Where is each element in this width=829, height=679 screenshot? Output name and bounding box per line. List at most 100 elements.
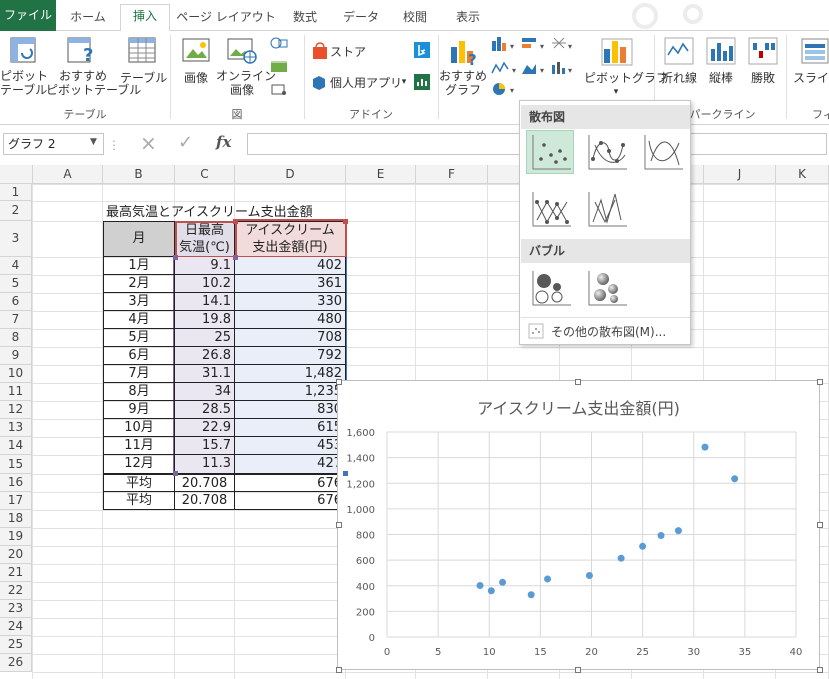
table-icon[interactable] [127,35,157,65]
row-header-20[interactable]: 20 [0,546,32,564]
x-tick-label[interactable]: 15 [534,647,547,658]
temperature-cell[interactable]: 14.1 [175,293,235,311]
month-cell[interactable]: 10月 [103,419,175,437]
data-point[interactable] [674,527,682,535]
name-box[interactable]: グラフ 2 [3,133,104,155]
month-cell[interactable]: 2月 [103,275,175,293]
x-tick-label[interactable]: 40 [790,647,803,658]
select-all-corner[interactable] [0,165,33,184]
row-header-25[interactable]: 25 [0,636,32,654]
picture-label[interactable]: 画像 [176,71,216,85]
temperature-cell[interactable]: 15.7 [175,437,235,455]
table-title[interactable]: 最高気温とアイスクリーム支出金額 [106,204,346,221]
x-tick-label[interactable]: 30 [687,647,700,658]
amount-cell[interactable]: 361 [235,275,346,293]
pivot-table-label[interactable]: ピボット テーブル [0,69,48,97]
row-header-26[interactable]: 26 [0,654,32,672]
data-point[interactable] [544,575,552,583]
amount-cell[interactable]: 708 [235,329,346,347]
row-header-23[interactable]: 23 [0,600,32,618]
resize-handle[interactable] [817,667,823,673]
sparkline-column-icon[interactable] [706,37,736,65]
my-apps-label[interactable]: 個人用アプリ [330,76,402,90]
cancel-icon[interactable]: × [140,131,157,155]
row-header-2[interactable]: 2 [0,201,32,221]
month-cell[interactable]: 8月 [103,383,175,401]
y-tick-label[interactable]: 0 [369,633,375,644]
recommended-charts-label[interactable]: おすすめ グラフ [438,69,488,97]
header-month-cell[interactable]: 月 [103,221,175,257]
resize-handle[interactable] [575,667,581,673]
row-header-21[interactable]: 21 [0,564,32,582]
tab-review[interactable]: 校閲 [392,6,438,30]
y-tick-label[interactable]: 600 [356,556,375,567]
resize-handle[interactable] [336,522,342,528]
column-header-a[interactable]: A [33,165,103,184]
insert-function-icon[interactable]: fx [216,133,231,151]
average-temperature-cell[interactable]: 20.708 [175,474,235,492]
data-point[interactable] [487,587,495,595]
resize-handle[interactable] [336,379,342,385]
data-point[interactable] [499,578,507,586]
column-header-k[interactable]: K [776,165,829,184]
month-cell[interactable]: 5月 [103,329,175,347]
temperature-cell[interactable]: 26.8 [175,347,235,365]
y-tick-label[interactable]: 800 [356,531,375,542]
row-header-22[interactable]: 22 [0,582,32,600]
temperature-cell[interactable]: 34 [175,383,235,401]
pivot-chart-icon[interactable] [600,37,634,67]
picture-icon[interactable] [181,35,211,65]
tab-home[interactable]: ホーム [60,6,116,30]
x-tick-label[interactable]: 25 [636,647,649,658]
name-box-dropdown-icon[interactable]: ▼ [90,137,97,147]
row-header-1[interactable]: 1 [0,184,32,201]
resize-handle[interactable] [817,379,823,385]
temperature-cell[interactable]: 28.5 [175,401,235,419]
header-amount-cell[interactable]: アイスクリーム 支出金額(円) [235,221,346,257]
data-point[interactable] [476,581,484,589]
month-cell[interactable]: 7月 [103,365,175,383]
row-header-13[interactable]: 13 [0,419,32,437]
amount-cell[interactable]: 1,482 [235,365,346,383]
column-header-b[interactable]: B [103,165,175,184]
temperature-cell[interactable]: 10.2 [175,275,235,293]
online-picture-icon[interactable] [226,35,258,65]
tab-insert[interactable]: 挿入 [120,4,170,32]
x-tick-label[interactable]: 35 [739,647,752,658]
x-tick-label[interactable]: 10 [483,647,496,658]
my-apps-icon[interactable] [310,73,328,91]
my-apps-dropdown-icon[interactable]: ▾ [400,75,408,89]
row-header-19[interactable]: 19 [0,528,32,546]
month-cell[interactable]: 3月 [103,293,175,311]
data-point[interactable] [617,554,625,562]
row-header-9[interactable]: 9 [0,347,32,365]
row-header-24[interactable]: 24 [0,618,32,636]
tab-formulas[interactable]: 数式 [280,6,330,30]
data-point[interactable] [639,542,647,550]
bubble-option[interactable] [526,266,574,310]
month-cell[interactable]: 12月 [103,455,175,474]
row-header-6[interactable]: 6 [0,293,32,311]
table-label[interactable]: テーブル [120,71,167,85]
average-amount-cell[interactable]: 676 [235,474,346,492]
tab-file[interactable]: ファイル [0,0,56,31]
sparkline-line-icon[interactable] [664,37,694,65]
y-tick-label[interactable]: 1,200 [346,479,375,490]
scatter-smooth-markers-option[interactable] [582,130,630,174]
y-tick-label[interactable]: 200 [356,607,375,618]
more-scatter-charts-link[interactable]: その他の散布図(M)... [551,323,666,340]
row-header-7[interactable]: 7 [0,311,32,329]
amount-cell[interactable]: 402 [235,257,346,275]
amount-cell[interactable]: 830 [235,401,346,419]
temperature-cell[interactable]: 9.1 [175,257,235,275]
scatter-chart[interactable]: アイスクリーム支出金額(円) 0 200 400 600 800 1,000 1,200 1,… [337,380,820,670]
chart-plot-area[interactable]: 0 200 400 600 800 1,000 1,200 1,400 1,600 0 5 10 15 2… [338,381,819,669]
chart-type-buttons[interactable]: ▾ ▾ ▾ ▾ ▾ ▾ ▾ [490,35,580,101]
resize-handle[interactable] [233,219,238,224]
tab-view[interactable]: 表示 [444,6,492,30]
data-point[interactable] [527,591,535,599]
amount-cell[interactable]: 615 [235,419,346,437]
x-tick-label[interactable]: 0 [384,647,390,658]
average-amount-cell[interactable]: 676 [235,492,346,510]
enter-icon[interactable]: ✓ [178,132,193,153]
